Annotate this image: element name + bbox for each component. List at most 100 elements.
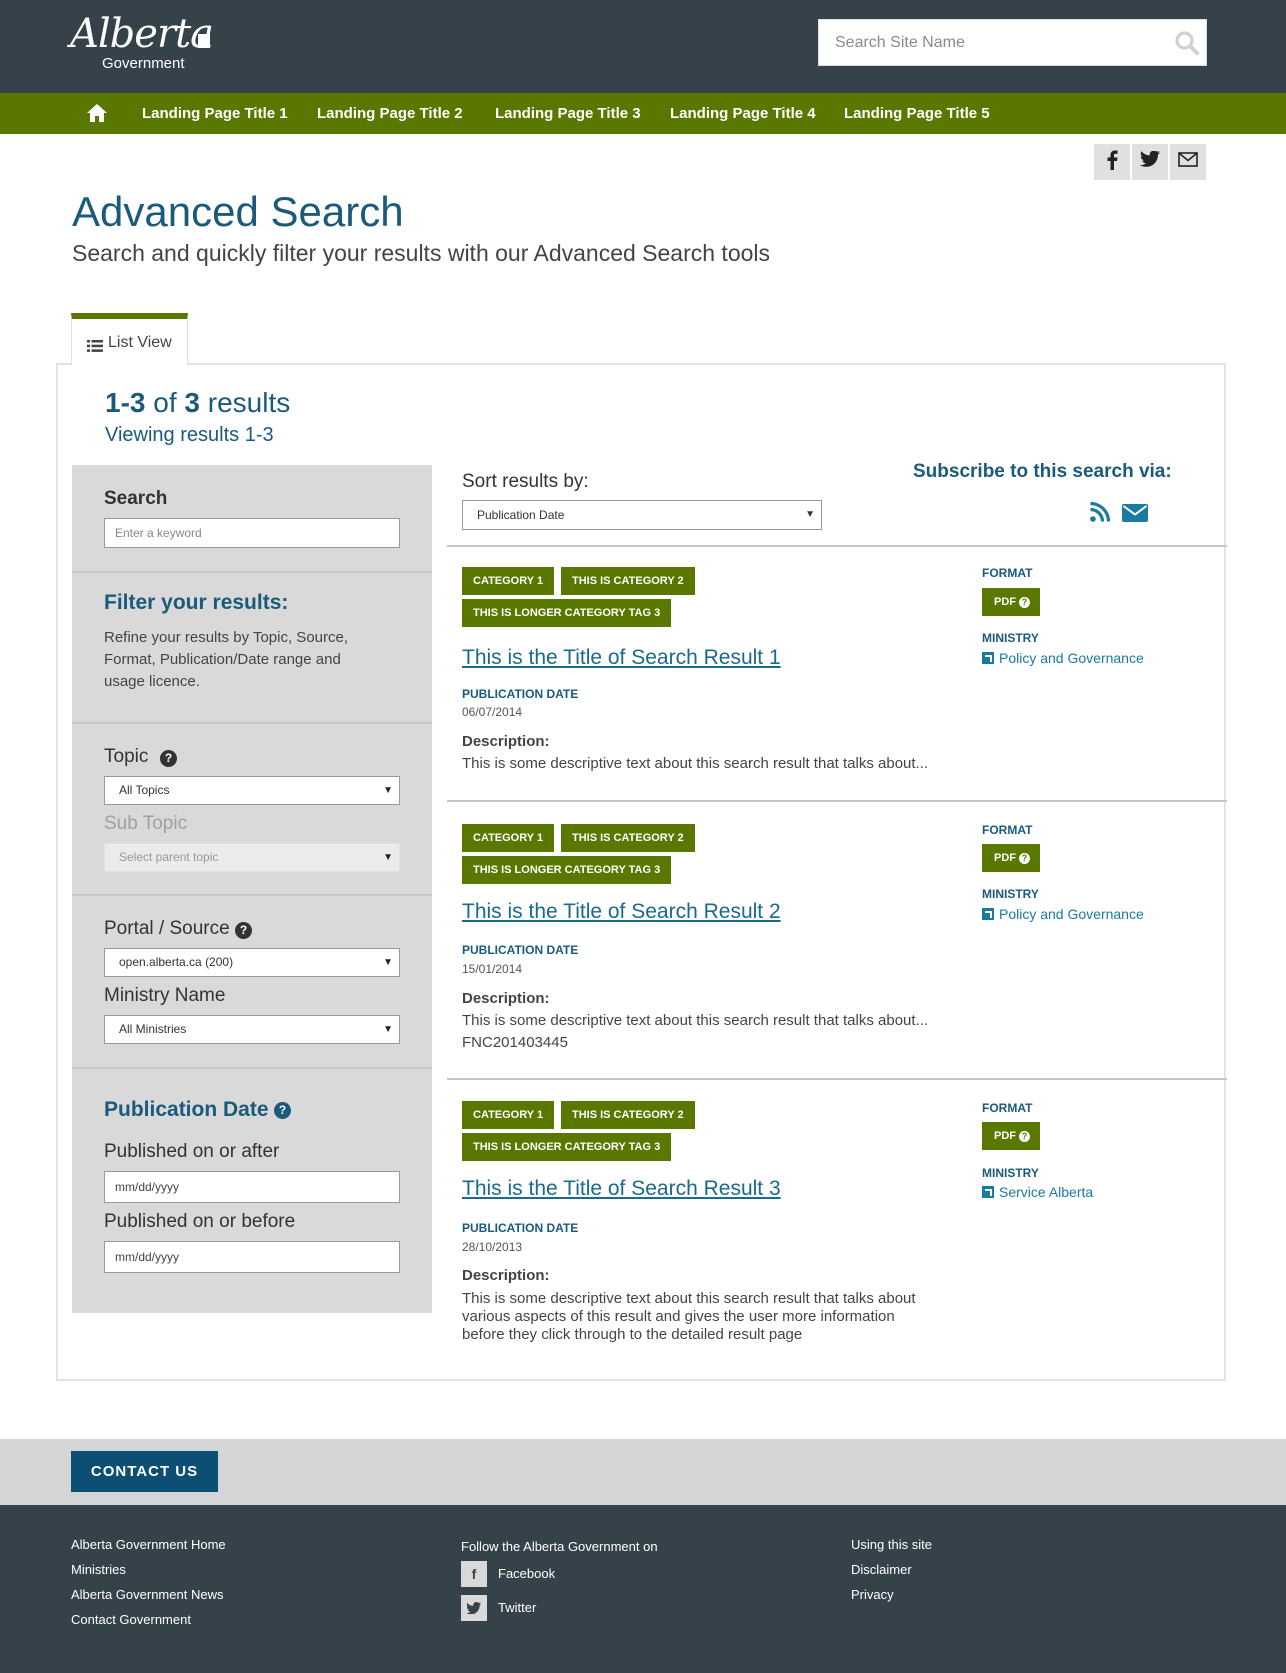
format-label: FORMAT [982, 1101, 1033, 1115]
portal-label: Portal / Source [104, 918, 230, 939]
chevron-down-icon: ▼ [383, 785, 393, 796]
publication-date-help-icon[interactable]: ? [274, 1102, 291, 1119]
footer-twitter-link[interactable]: Twitter [498, 1600, 536, 1615]
ministry-link-label: Policy and Governance [999, 906, 1144, 922]
topic-help-icon[interactable]: ? [160, 750, 177, 767]
chevron-down-icon: ▼ [383, 957, 393, 968]
subtopic-label: Sub Topic [104, 813, 188, 834]
nav-item-5[interactable]: Landing Page Title 5 [844, 93, 990, 134]
sidebar-divider [72, 1067, 432, 1069]
nav-item-2[interactable]: Landing Page Title 2 [317, 93, 463, 134]
ministry-link[interactable]: Policy and Governance [982, 650, 1144, 666]
publication-date-value: 06/07/2014 [462, 705, 523, 719]
ministry-name-label: Ministry Name [104, 985, 226, 1006]
published-before-input[interactable]: mm/dd/yyyy [104, 1241, 400, 1273]
format-badge[interactable]: PDF? [982, 844, 1040, 872]
result-identifier: FNC201403445 [462, 1034, 568, 1051]
footer-link[interactable]: Disclaimer [851, 1562, 912, 1577]
result-title-link[interactable]: This is the Title of Search Result 3 [462, 1177, 781, 1201]
portal-select-value: open.alberta.ca (200) [119, 955, 234, 969]
filter-heading: Filter your results: [104, 591, 289, 614]
footer-link[interactable]: Ministries [71, 1562, 126, 1577]
category-tag[interactable]: CATEGORY 1 [462, 1101, 555, 1129]
results-viewing: Viewing results 1-3 [105, 424, 274, 446]
footer-link[interactable]: Using this site [851, 1537, 932, 1552]
category-tag[interactable]: CATEGORY 1 [462, 567, 555, 595]
footer-link[interactable]: Alberta Government News [71, 1587, 223, 1602]
tab-list-view[interactable]: List View [71, 313, 188, 365]
category-tag[interactable]: THIS IS LONGER CATEGORY TAG 3 [462, 599, 672, 627]
share-facebook-button[interactable] [1094, 144, 1130, 180]
topic-select-value: All Topics [119, 783, 170, 797]
keyword-input[interactable]: Enter a keyword [104, 518, 400, 548]
sidebar-search-label: Search [104, 488, 168, 509]
share-email-button[interactable] [1170, 144, 1206, 180]
ministry-label: MINISTRY [982, 887, 1039, 901]
alberta-logo[interactable]: Alberta Government [70, 12, 220, 74]
main-nav: Landing Page Title 1 Landing Page Title … [0, 93, 1286, 134]
share-twitter-button[interactable] [1132, 144, 1168, 180]
format-badge[interactable]: PDF? [982, 1122, 1040, 1150]
facebook-icon [1106, 150, 1118, 175]
ministry-select[interactable]: All Ministries ▼ [104, 1015, 400, 1044]
portal-help-icon[interactable]: ? [235, 922, 252, 939]
search-icon[interactable] [1174, 30, 1200, 56]
nav-item-4[interactable]: Landing Page Title 4 [670, 93, 816, 134]
category-tag[interactable]: THIS IS CATEGORY 2 [561, 824, 695, 852]
filter-description: Refine your results by Topic, Source, Fo… [104, 629, 349, 690]
category-tag[interactable]: THIS IS LONGER CATEGORY TAG 3 [462, 856, 672, 884]
publication-date-heading: Publication Date [104, 1098, 269, 1121]
rss-icon[interactable] [1090, 501, 1111, 527]
category-tag[interactable]: THIS IS LONGER CATEGORY TAG 3 [462, 1133, 672, 1161]
portal-select[interactable]: open.alberta.ca (200) ▼ [104, 948, 400, 977]
chevron-down-icon: ▼ [383, 1024, 393, 1035]
home-icon[interactable] [86, 103, 108, 123]
footer-link[interactable]: Privacy [851, 1587, 894, 1602]
published-before-label: Published on or before [104, 1211, 296, 1232]
footer-facebook-link[interactable]: Facebook [498, 1566, 555, 1581]
publication-date-label: PUBLICATION DATE [462, 943, 579, 957]
description-label: Description: [462, 990, 550, 1007]
topic-select[interactable]: All Topics ▼ [104, 776, 400, 805]
format-badge[interactable]: PDF? [982, 588, 1040, 616]
result-divider [447, 800, 1227, 802]
category-tag[interactable]: THIS IS CATEGORY 2 [561, 1101, 695, 1129]
sidebar-divider [72, 894, 432, 896]
ministry-link[interactable]: Policy and Governance [982, 906, 1144, 922]
subscribe-email-icon[interactable] [1122, 504, 1148, 527]
results-word: results [207, 387, 291, 418]
ministry-link-label: Policy and Governance [999, 650, 1144, 666]
description-label: Description: [462, 733, 550, 750]
publication-date-label: PUBLICATION DATE [462, 687, 579, 701]
footer-link[interactable]: Alberta Government Home [71, 1537, 226, 1552]
category-tag[interactable]: THIS IS CATEGORY 2 [561, 567, 695, 595]
result-title-link[interactable]: This is the Title of Search Result 2 [462, 900, 781, 924]
nav-item-3[interactable]: Landing Page Title 3 [495, 93, 641, 134]
ministry-select-value: All Ministries [119, 1022, 187, 1036]
external-link-icon [982, 652, 994, 664]
tab-list-view-label: List View [108, 334, 172, 351]
help-icon: ? [1019, 597, 1030, 608]
sort-select[interactable]: Publication Date ▼ [462, 500, 822, 530]
twitter-icon [1139, 150, 1160, 173]
topic-label: Topic [104, 746, 149, 767]
category-tag[interactable]: CATEGORY 1 [462, 824, 555, 852]
page-title: Advanced Search [72, 188, 404, 235]
ministry-link[interactable]: Service Alberta [982, 1184, 1093, 1200]
subtopic-select[interactable]: Select parent topic ▼ [104, 843, 400, 872]
sidebar-divider [72, 571, 432, 573]
nav-item-1[interactable]: Landing Page Title 1 [142, 93, 288, 134]
site-search-input[interactable] [819, 20, 1159, 65]
footer-link[interactable]: Contact Government [71, 1612, 191, 1627]
format-value: PDF [994, 596, 1016, 608]
format-label: FORMAT [982, 823, 1033, 837]
result-title-link[interactable]: This is the Title of Search Result 1 [462, 646, 781, 670]
footer-facebook-icon[interactable]: f [461, 1561, 487, 1587]
footer-twitter-icon[interactable] [461, 1595, 487, 1621]
description-text: This is some descriptive text about this… [462, 1290, 916, 1343]
publication-date-label: PUBLICATION DATE [462, 1221, 579, 1235]
published-after-input[interactable]: mm/dd/yyyy [104, 1171, 400, 1203]
contact-us-button[interactable]: CONTACT US [71, 1451, 218, 1492]
results-range: 1-3 [105, 387, 146, 418]
page-subtitle: Search and quickly filter your results w… [72, 240, 771, 266]
